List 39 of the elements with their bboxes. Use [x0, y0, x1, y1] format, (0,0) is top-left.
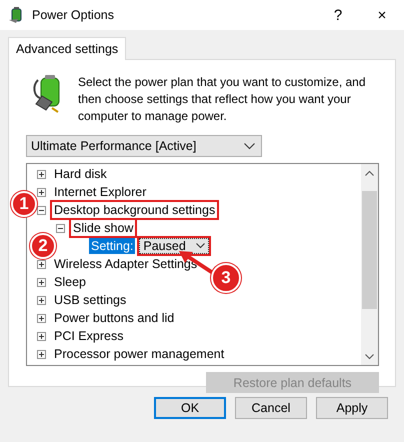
expand-icon[interactable] — [37, 350, 46, 358]
setting-label[interactable]: Setting: — [89, 238, 136, 254]
expand-icon[interactable] — [37, 332, 46, 340]
instruction-text: Select the power plan that you want to customize, and then choose settings that reflect how you want your computer to manage power. — [78, 74, 367, 125]
collapse-icon[interactable] — [56, 224, 65, 232]
expand-icon[interactable] — [37, 260, 46, 268]
tree-item[interactable]: Desktop background settings — [52, 202, 218, 218]
window-title: Power Options — [32, 8, 115, 22]
expand-icon[interactable] — [37, 278, 46, 286]
tree-item[interactable]: Slide show — [71, 220, 136, 236]
chevron-down-icon — [244, 142, 255, 150]
tab[interactable]: Advanced settings — [8, 37, 126, 60]
expand-icon[interactable] — [37, 170, 46, 178]
chevron-up-icon[interactable] — [365, 170, 374, 176]
expand-icon[interactable] — [37, 188, 46, 196]
scrollbar[interactable] — [361, 164, 378, 365]
step-number-badge: 3 — [211, 263, 241, 293]
expand-icon[interactable] — [37, 296, 46, 304]
tree-item[interactable]: USB settings — [52, 292, 128, 308]
chevron-down-icon — [196, 243, 206, 249]
tree-item[interactable]: Hard disk — [52, 166, 109, 182]
help-button[interactable]: ? — [316, 6, 360, 24]
expand-icon[interactable] — [37, 314, 46, 322]
step-number-badge: 1 — [11, 191, 37, 217]
tree-item[interactable]: Power buttons and lid — [52, 310, 176, 326]
tree-item[interactable]: Internet Explorer — [52, 184, 148, 200]
dialog-button[interactable]: OK — [154, 397, 226, 419]
setting-dropdown[interactable]: Paused — [139, 238, 210, 254]
tree-item[interactable]: Sleep — [52, 274, 88, 290]
collapse-icon[interactable] — [37, 206, 46, 214]
step-number-badge: 2 — [30, 233, 56, 259]
tree-item[interactable]: Processor power management — [52, 346, 226, 362]
dialog-button[interactable]: Apply — [316, 397, 388, 419]
dialog-button[interactable]: Cancel — [235, 397, 307, 419]
plan-dropdown[interactable]: Ultimate Performance [Active] — [26, 135, 262, 157]
tree-item[interactable]: Wireless Adapter Settings — [52, 256, 200, 272]
tree-item[interactable]: PCI Express — [52, 328, 126, 344]
close-button[interactable]: × — [360, 6, 404, 24]
chevron-down-icon[interactable] — [365, 354, 374, 360]
